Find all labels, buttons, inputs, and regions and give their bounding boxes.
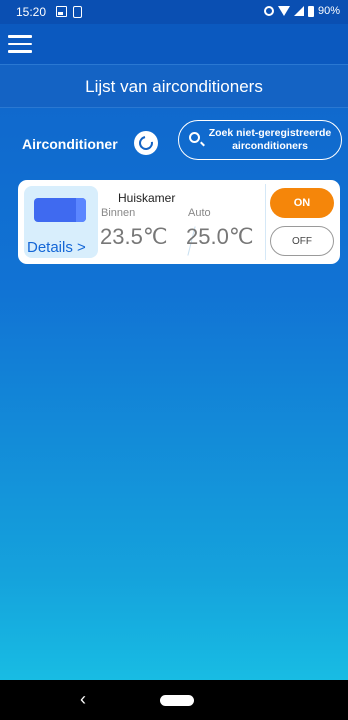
search-unregistered-button[interactable]: Zoek niet-geregistreerde airconditioners [178,120,342,160]
wifi-icon [277,6,290,16]
vibrate-icon [263,6,274,16]
mode-label: Auto [188,207,211,219]
system-nav-bar: ‹ [0,680,348,720]
details-link[interactable]: Details > [27,239,86,256]
refresh-button[interactable] [134,131,158,155]
device-card: Details > Huiskamer Binnen Auto 23.5℃ 25… [18,180,340,264]
status-bar: 15:20 90% [0,0,348,24]
title-bar: Lijst van airconditioners [0,64,348,108]
download-icon [73,6,82,18]
status-time: 15:20 [16,5,47,19]
card-divider [265,184,266,260]
chevron-right-icon: > [77,239,86,256]
power-off-button[interactable]: OFF [270,226,334,256]
indoor-temperature: 23.5℃ [100,224,168,249]
refresh-icon [136,133,156,153]
app-screen: 15:20 90% Lijst van airconditioners Airc… [0,0,348,720]
signal-icon [293,6,304,16]
hamburger-menu-icon[interactable] [8,35,32,53]
home-pill-icon[interactable] [160,695,194,706]
set-temperature: 25.0℃ [186,224,254,249]
back-icon[interactable]: ‹ [80,689,86,710]
page-title: Lijst van airconditioners [85,77,263,96]
search-button-label: Zoek niet-geregistreerde airconditioners [208,127,332,152]
air-conditioner-icon [34,198,86,222]
indoor-label: Binnen [101,207,136,219]
power-on-button[interactable]: ON [270,188,334,218]
search-icon [189,132,200,143]
details-tile[interactable]: Details > [24,186,98,258]
status-right-icons: 90% [263,5,340,17]
device-name: Huiskamer [118,191,176,205]
battery-icon [307,5,314,17]
section-label: Airconditioner [22,136,118,152]
battery-percent: 90% [317,5,340,17]
image-icon [56,6,67,17]
app-bar [0,24,348,64]
status-left-icons [56,6,82,18]
